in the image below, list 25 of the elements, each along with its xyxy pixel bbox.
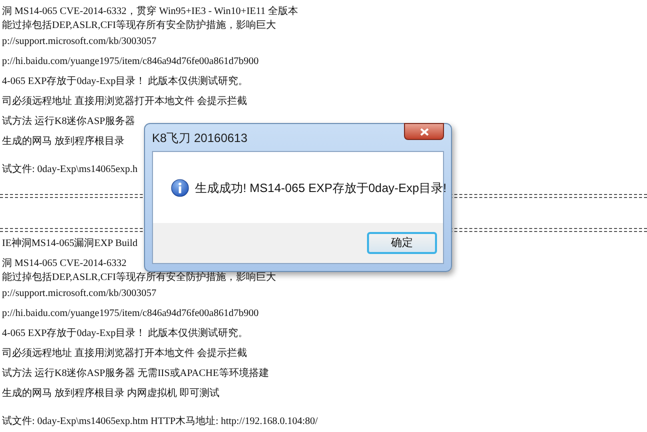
document-line: 生成的网马 放到程序根目录 [2,136,124,147]
document-line: 司必须远程地址 直接用浏览器打开本地文件 会提示拦截 [2,348,247,359]
ok-button[interactable]: 确定 [367,232,437,254]
document-line: 4-065 EXP存放于0day-Exp目录！ 此版本仅供测试研究。 [2,328,248,339]
document-line: 试方法 运行K8迷你ASP服务器 [2,116,136,127]
document-line: 试文件: 0day-Exp\ms14065exp.h [2,164,138,175]
document-line: 试方法 运行K8迷你ASP服务器 无需IIS或APACHE等环境搭建 [2,368,269,379]
document-line: p://support.microsoft.com/kb/3003057 [2,288,156,299]
document-line: 洞 MS14-065 CVE-2014-6332 [2,258,126,269]
info-icon [171,178,189,196]
document-line: 能过掉包括DEP,ASLR,CFI等现存所有安全防护措施，影响巨大 [2,20,276,31]
document-line: p://hi.baidu.com/yuange1975/item/c846a94d76fe00a861d7b900 [2,56,259,67]
document-line: 生成的网马 放到程序根目录 内网虚拟机 即可测试 [2,388,220,399]
document-line: IE神洞MS14-065漏洞EXP Build [2,238,138,249]
close-icon [420,128,428,136]
document-line: 洞 MS14-065 CVE-2014-6332，贯穿 Win95+IE3 - Win10+IE11 全版本 [2,6,298,17]
document-line: 4-065 EXP存放于0day-Exp目录！ 此版本仅供测试研究。 [2,76,248,87]
document-line: 司必须远程地址 直接用浏览器打开本地文件 会提示拦截 [2,96,247,107]
document-line: p://hi.baidu.com/yuange1975/item/c846a94d76fe00a861d7b900 [2,308,259,319]
document-line: 试文件: 0day-Exp\ms14065exp.htm HTTP木马地址: http://192.168.0.104:80/ [2,416,318,427]
document-line: p://support.microsoft.com/kb/3003057 [2,36,156,47]
close-button[interactable] [404,123,444,140]
document-line: 能过掉包括DEP,ASLR,CFI等现存所有安全防护措施，影响巨大 [2,272,276,283]
dialog-message: 生成成功! MS14-065 EXP存放于0day-Exp目录! [195,180,446,196]
dialog-title: K8飞刀 20160613 [152,130,248,147]
